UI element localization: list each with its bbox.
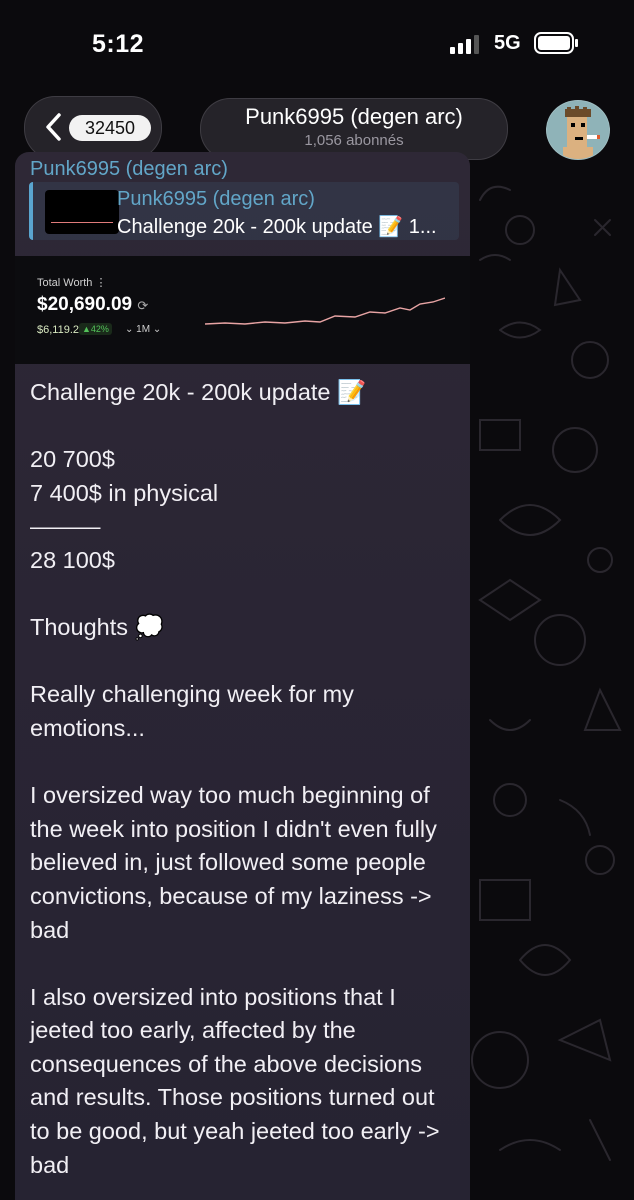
total-worth-value: $20,690.09 ⟳ [37, 294, 149, 315]
reply-text: Challenge 20k - 200k update 📝 1... [117, 216, 437, 238]
total-worth-label: Total Worth ⋮ [37, 277, 107, 289]
channel-avatar[interactable] [546, 100, 610, 160]
status-bar: 5:12 5G [0, 0, 634, 90]
unread-count-badge: 32450 [69, 115, 151, 141]
range-selector: ⌄ 1M ⌄ [125, 324, 162, 335]
post-sender[interactable]: Punk6995 (degen arc) [30, 158, 228, 181]
network-type: 5G [494, 32, 521, 54]
status-time: 5:12 [92, 30, 145, 58]
sub-value: $6,119.2 [37, 324, 80, 336]
reply-thumbnail [45, 190, 119, 234]
refresh-icon: ⟳ [137, 298, 149, 313]
back-button[interactable]: 32450 [24, 96, 162, 160]
signal-icon [450, 35, 479, 54]
battery-icon [534, 32, 578, 54]
subscriber-count: 1,056 abonnés [304, 132, 404, 149]
channel-post: Punk6995 (degen arc) Punk6995 (degen arc… [15, 152, 470, 1200]
channel-title: Punk6995 (degen arc) [245, 104, 463, 129]
channel-header[interactable]: Punk6995 (degen arc) 1,056 abonnés [200, 98, 508, 160]
reply-sender: Punk6995 (degen arc) [117, 188, 315, 210]
portfolio-screenshot[interactable]: Total Worth ⋮ $20,690.09 ⟳ $6,119.2 ▲42%… [15, 256, 470, 364]
post-text: Challenge 20k - 200k update 📝 20 700$ 7 … [30, 379, 440, 1178]
change-badge: ▲42% [79, 323, 112, 335]
punk-avatar-icon [547, 101, 609, 159]
reply-quote[interactable]: Punk6995 (degen arc) Challenge 20k - 200… [29, 182, 459, 240]
chevron-left-icon [46, 113, 61, 141]
sparkline-chart [205, 297, 445, 325]
